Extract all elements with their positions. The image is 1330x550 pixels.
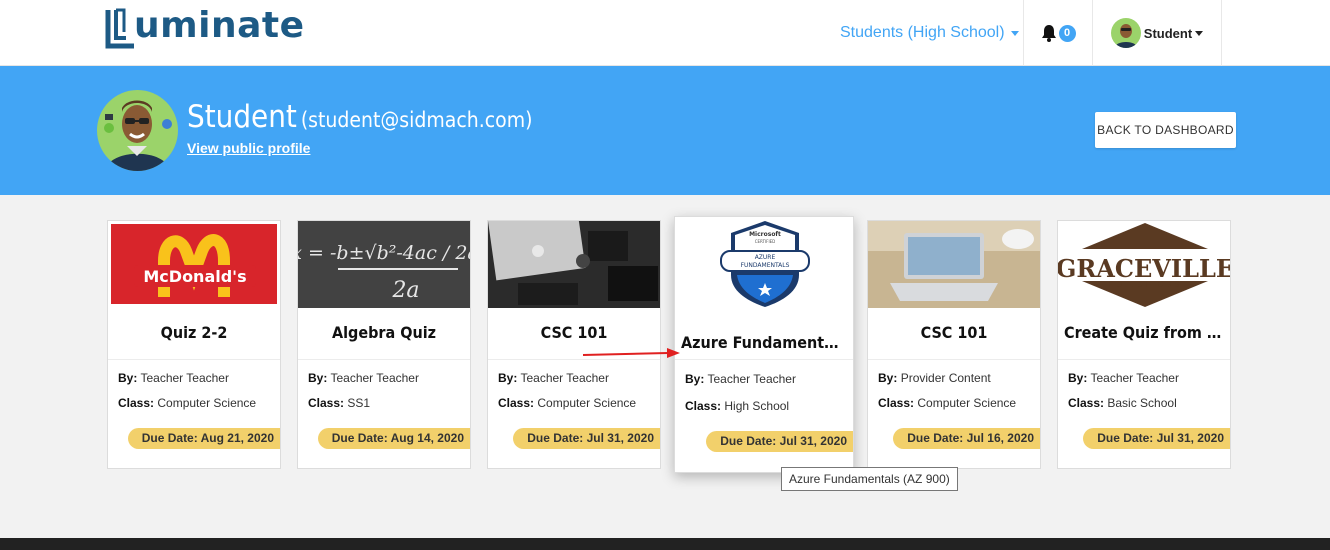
quiz-card[interactable]: CSC 101 By: Teacher Teacher Class: Compu… — [487, 220, 661, 469]
quiz-thumbnail — [488, 221, 660, 308]
quiz-author: By: Teacher Teacher — [1068, 371, 1179, 385]
quiz-class: Class: SS1 — [308, 396, 371, 410]
due-date-badge: Due Date: Aug 14, 2020 — [317, 428, 470, 449]
logo-mark-icon — [104, 6, 138, 49]
avatar — [1110, 18, 1141, 48]
bell-icon — [1041, 25, 1056, 42]
svg-text:Microsoft: Microsoft — [749, 231, 781, 238]
quiz-author: By: Provider Content — [878, 371, 991, 385]
notifications-button[interactable]: 0 — [1024, 0, 1092, 66]
quiz-card[interactable]: GRACEVILLE SOLICITORS Create Quiz from T… — [1057, 220, 1231, 469]
role-dropdown[interactable]: Students (High School) — [840, 0, 1019, 66]
svg-text:CERTIFIED: CERTIFIED — [755, 239, 776, 244]
notification-count-badge: 0 — [1058, 24, 1076, 42]
card-divider — [298, 359, 470, 360]
chalkboard-formula-text: x = -b±√b²-4ac / 2a — [298, 242, 470, 264]
quiz-thumbnail: GRACEVILLE SOLICITORS — [1058, 221, 1230, 308]
quiz-thumbnail — [868, 221, 1040, 308]
quiz-title: Quiz 2-2 — [160, 323, 228, 342]
quiz-class: Class: Computer Science — [498, 396, 637, 410]
due-date-badge: Due Date: Jul 31, 2020 — [706, 431, 853, 452]
mcdonalds-logo-text: McDonald's — [143, 267, 246, 286]
nav-divider — [1221, 0, 1222, 66]
quiz-card[interactable]: Microsoft CERTIFIED AZURE FUNDAMENTALS A… — [674, 216, 854, 473]
quiz-thumbnail: x = -b±√b²-4ac / 2a 2a — [298, 221, 470, 308]
quiz-card[interactable]: CSC 101 By: Provider Content Class: Comp… — [867, 220, 1041, 469]
quiz-class: Class: Basic School — [1068, 396, 1177, 410]
quiz-thumbnail: Microsoft CERTIFIED AZURE FUNDAMENTALS — [675, 217, 853, 308]
due-date-badge: Due Date: Jul 16, 2020 — [893, 428, 1040, 449]
user-menu-dropdown[interactable]: Student — [1093, 0, 1221, 66]
chevron-down-icon — [1010, 30, 1019, 36]
due-date-badge: Due Date: Jul 31, 2020 — [513, 428, 660, 449]
quiz-title: Create Quiz from Test ... — [1064, 323, 1230, 342]
quiz-title: CSC 101 — [920, 323, 988, 342]
quiz-card[interactable]: McDonald's Quiz 2-2 By: Teacher Teacher … — [107, 220, 281, 469]
quiz-author: By: Teacher Teacher — [118, 371, 229, 385]
card-divider — [1058, 359, 1230, 360]
card-title-tooltip: Azure Fundamentals (AZ 900) — [781, 467, 958, 491]
role-dropdown-label: Students (High School) — [840, 24, 1005, 41]
logo-text: uminate — [134, 5, 305, 46]
due-date-badge: Due Date: Jul 31, 2020 — [1083, 428, 1230, 449]
card-divider — [488, 359, 660, 360]
quiz-class: Class: High School — [685, 399, 790, 413]
profile-email: (student@sidmach.com) — [300, 108, 533, 132]
quiz-author: By: Teacher Teacher — [685, 372, 796, 386]
quiz-class: Class: Computer Science — [878, 396, 1017, 410]
quiz-class: Class: Computer Science — [118, 396, 257, 410]
due-date-badge: Due Date: Aug 21, 2020 — [127, 428, 280, 449]
chevron-down-icon — [1195, 30, 1204, 36]
svg-text:FUNDAMENTALS: FUNDAMENTALS — [741, 262, 790, 269]
quiz-title: Azure Fundamentals (... — [681, 333, 853, 352]
quiz-card[interactable]: x = -b±√b²-4ac / 2a 2a Algebra Quiz By: … — [297, 220, 471, 469]
svg-text:SOLICITORS: SOLICITORS — [1108, 280, 1181, 289]
quiz-title: CSC 101 — [540, 323, 608, 342]
quiz-author: By: Teacher Teacher — [308, 371, 419, 385]
card-divider — [108, 359, 280, 360]
profile-heading: Student (student@sidmach.com) — [187, 98, 532, 139]
quiz-thumbnail: McDonald's — [108, 221, 280, 308]
page-footer — [0, 538, 1330, 550]
svg-text:2a: 2a — [391, 278, 419, 303]
profile-name: Student — [187, 99, 297, 135]
card-divider — [675, 359, 853, 360]
svg-text:GRACEVILLE: GRACEVILLE — [1058, 254, 1230, 283]
profile-banner: Student (student@sidmach.com) View public… — [0, 66, 1330, 195]
top-navbar: uminate Students (High School) 0 Student — [0, 0, 1330, 66]
svg-text:AZURE: AZURE — [755, 254, 776, 261]
user-menu-label: Student — [1143, 25, 1193, 41]
quiz-author: By: Teacher Teacher — [498, 371, 609, 385]
back-to-dashboard-button[interactable]: BACK TO DASHBOARD — [1095, 112, 1236, 148]
card-divider — [868, 359, 1040, 360]
profile-avatar — [97, 90, 178, 171]
view-public-profile-link[interactable]: View public profile — [187, 140, 310, 156]
luminate-logo[interactable]: uminate — [104, 2, 305, 49]
quiz-title: Algebra Quiz — [331, 323, 437, 342]
